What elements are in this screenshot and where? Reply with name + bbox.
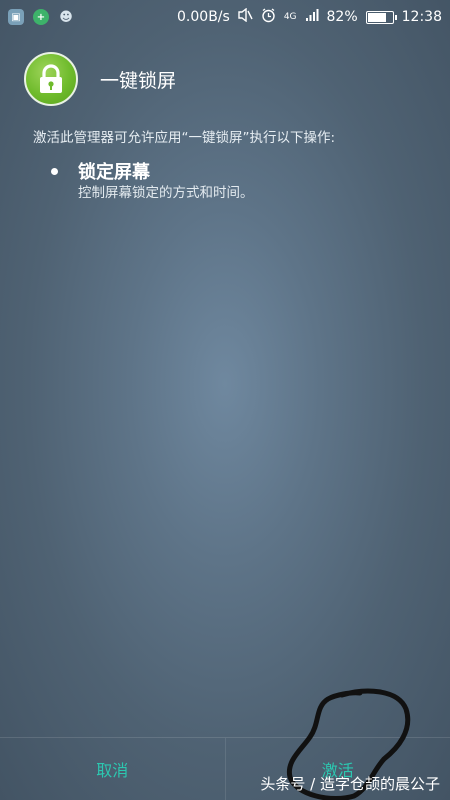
notification-icons: ▣ + ☻ (8, 9, 74, 25)
status-bar: ▣ + ☻ 0.00B/s 4G 82% 12:38 (0, 0, 450, 34)
bullet-icon (51, 168, 58, 175)
mute-icon (238, 7, 253, 26)
battery-fill (367, 12, 386, 22)
battery-percent: 82% (326, 9, 358, 25)
permission-description: 控制屏幕锁定的方式和时间。 (78, 185, 254, 201)
app-title: 一键锁屏 (100, 70, 177, 92)
lock-icon (40, 64, 62, 93)
system-status: 0.00B/s 4G 82% 12:38 (177, 7, 442, 27)
clock: 12:38 (401, 9, 442, 25)
watermark: 头条号 / 造字仓颉的晨公子 (260, 775, 440, 793)
battery-icon (365, 10, 397, 24)
net-speed: 0.00B/s (177, 9, 230, 25)
add-icon: + (33, 9, 49, 25)
cancel-button[interactable]: 取消 (0, 738, 225, 800)
alarm-icon (261, 7, 276, 27)
app-icon (24, 52, 78, 106)
gallery-icon: ▣ (8, 9, 24, 25)
network-type: 4G (283, 11, 297, 22)
robot-icon: ☻ (59, 9, 73, 25)
admin-description: 激活此管理器可允许应用“一键锁屏”执行以下操作: (33, 130, 336, 146)
signal-icon (305, 8, 319, 26)
